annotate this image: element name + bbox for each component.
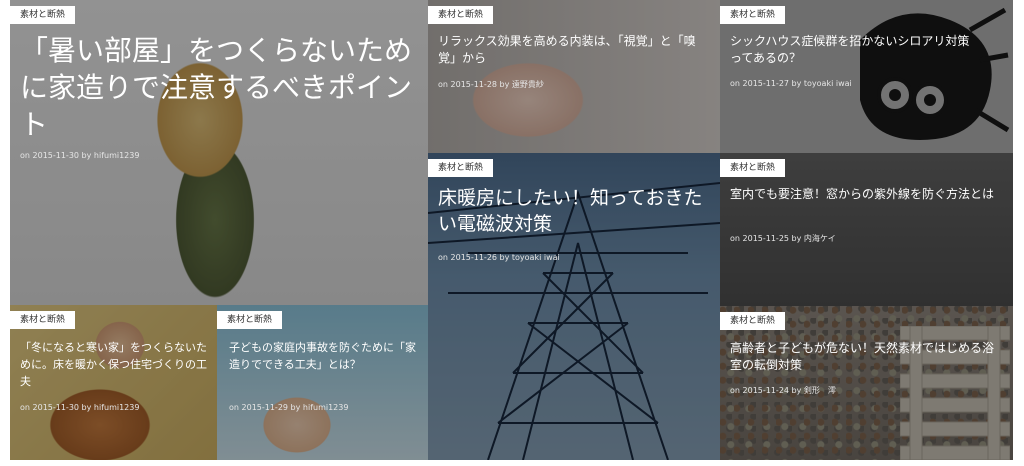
post-meta: on 2015-11-25 by 内海ケイ	[730, 234, 836, 243]
category-badge[interactable]: 素材と断熱	[720, 159, 786, 177]
post-meta: on 2015-11-30 by hifumi1239	[20, 403, 140, 412]
post-title[interactable]: リラックス効果を高める内装は、「視覚」と「嗅覚」から	[438, 33, 713, 67]
post-card-featured[interactable]: 素材と断熱 「暑い部屋」をつくらないために家造りで注意するべきポイント on 2…	[10, 0, 428, 305]
post-grid: 素材と断熱 「暑い部屋」をつくらないために家造りで注意するべきポイント on 2…	[10, 0, 1013, 460]
category-badge[interactable]: 素材と断熱	[10, 311, 76, 329]
post-meta: on 2015-11-24 by 剣形 澪	[730, 386, 836, 395]
post-card[interactable]: 素材と断熱 シックハウス症候群を招かないシロアリ対策ってあるの？ on 2015…	[720, 0, 1013, 153]
post-meta: on 2015-11-27 by toyoaki iwai	[730, 79, 852, 88]
post-title[interactable]: 高齢者と子どもが危ない！天然素材ではじめる浴室の転倒対策	[730, 340, 1000, 374]
post-title[interactable]: 子どもの家庭内事故を防ぐために「家造りでできる工夫」とは？	[229, 339, 419, 373]
post-title[interactable]: 「冬になると寒い家」をつくらないために。床を暖かく保つ住宅づくりの工夫	[20, 339, 210, 390]
post-title[interactable]: 「暑い部屋」をつくらないために家造りで注意するべきポイント	[20, 32, 420, 143]
post-card[interactable]: 素材と断熱 床暖房にしたい！知っておきたい電磁波対策 on 2015-11-26…	[428, 153, 720, 460]
post-meta: on 2015-11-29 by hifumi1239	[229, 403, 349, 412]
category-badge[interactable]: 素材と断熱	[217, 311, 283, 329]
post-title[interactable]: 床暖房にしたい！知っておきたい電磁波対策	[438, 185, 708, 237]
post-title[interactable]: 室内でも要注意！窓からの紫外線を防ぐ方法とは	[730, 186, 995, 203]
category-badge[interactable]: 素材と断熱	[428, 6, 494, 24]
post-title[interactable]: シックハウス症候群を招かないシロアリ対策ってあるの？	[730, 33, 980, 67]
post-card[interactable]: 素材と断熱 リラックス効果を高める内装は、「視覚」と「嗅覚」から on 2015…	[428, 0, 720, 153]
post-meta: on 2015-11-26 by toyoaki iwai	[438, 253, 560, 262]
category-badge[interactable]: 素材と断熱	[720, 6, 786, 24]
post-card[interactable]: 素材と断熱 「冬になると寒い家」をつくらないために。床を暖かく保つ住宅づくりの工…	[10, 305, 217, 460]
category-badge[interactable]: 素材と断熱	[428, 159, 494, 177]
category-badge[interactable]: 素材と断熱	[720, 312, 786, 330]
category-badge[interactable]: 素材と断熱	[10, 6, 76, 24]
post-card[interactable]: 素材と断熱 子どもの家庭内事故を防ぐために「家造りでできる工夫」とは？ on 2…	[217, 305, 428, 460]
post-meta: on 2015-11-28 by 遠野貴紗	[438, 80, 544, 89]
post-card[interactable]: 素材と断熱 室内でも要注意！窓からの紫外線を防ぐ方法とは on 2015-11-…	[720, 153, 1013, 306]
post-card[interactable]: 素材と断熱 高齢者と子どもが危ない！天然素材ではじめる浴室の転倒対策 on 20…	[720, 306, 1013, 460]
post-meta: on 2015-11-30 by hifumi1239	[20, 151, 140, 160]
